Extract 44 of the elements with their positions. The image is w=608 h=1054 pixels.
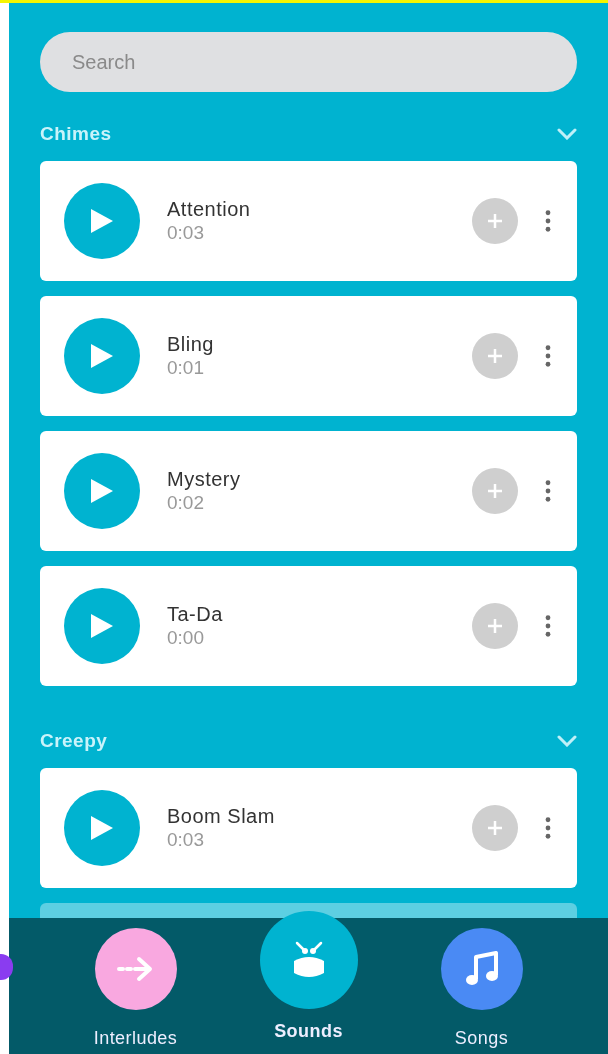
more-options-button[interactable] — [543, 478, 553, 504]
chevron-icon[interactable] — [557, 735, 577, 747]
more-options-button[interactable] — [543, 613, 553, 639]
plus-icon — [486, 482, 504, 500]
play-icon — [89, 477, 115, 505]
sound-duration: 0:03 — [167, 221, 205, 245]
more-options-button[interactable] — [543, 343, 553, 369]
plus-icon — [486, 819, 504, 837]
add-button[interactable] — [472, 805, 518, 851]
play-icon — [89, 814, 115, 842]
more-icon — [545, 615, 551, 637]
add-button[interactable] — [472, 468, 518, 514]
plus-icon — [486, 617, 504, 635]
sound-duration: 0:01 — [167, 356, 205, 380]
plus-icon — [486, 347, 504, 365]
sound-title: Ta-Da — [167, 602, 224, 626]
more-icon — [545, 210, 551, 232]
nav-tab[interactable]: Interludes — [75, 918, 196, 1050]
sound-title: Attention — [167, 197, 252, 221]
arrow-icon — [116, 956, 155, 982]
more-options-button[interactable] — [543, 208, 553, 234]
sound-title: Boom Slam — [167, 804, 276, 828]
chevron-icon[interactable] — [557, 128, 577, 140]
sound-title: Mystery — [167, 467, 242, 491]
play-icon — [89, 342, 115, 370]
more-icon — [545, 817, 551, 839]
more-icon — [545, 480, 551, 502]
sound-title: Bling — [167, 332, 215, 356]
sound-duration: 0:02 — [167, 491, 205, 515]
add-button[interactable] — [472, 603, 518, 649]
music-note-icon — [464, 951, 499, 987]
play-icon — [89, 612, 115, 640]
sound-duration: 0:00 — [167, 626, 205, 650]
sound-duration: 0:03 — [167, 828, 205, 852]
add-button[interactable] — [472, 333, 518, 379]
plus-icon — [486, 212, 504, 230]
more-icon — [545, 345, 551, 367]
section-title: Creepy — [40, 728, 108, 753]
nav-tab[interactable]: Songs — [421, 918, 542, 1050]
add-button[interactable] — [472, 198, 518, 244]
play-icon — [89, 207, 115, 235]
section-title: Chimes — [40, 121, 112, 146]
more-options-button[interactable] — [543, 815, 553, 841]
search-field[interactable]: Search — [40, 32, 577, 92]
